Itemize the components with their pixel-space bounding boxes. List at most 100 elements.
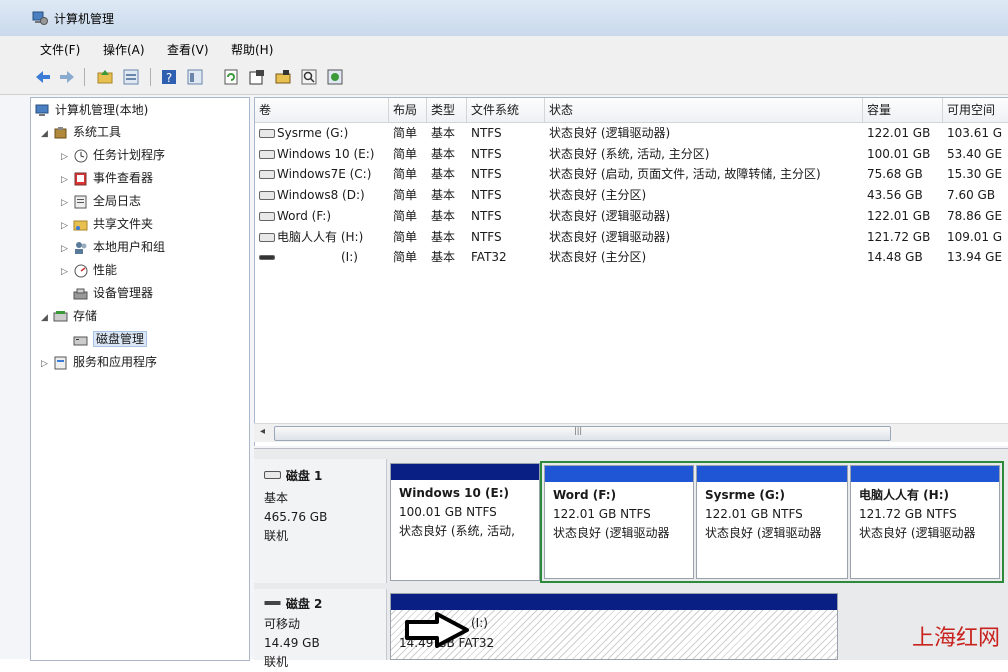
- cell-layout: 简单: [393, 208, 418, 223]
- column-status[interactable]: 状态: [545, 98, 863, 122]
- tools-icon: [54, 126, 67, 138]
- table-row[interactable]: Windows8 (D:) 简单 基本 NTFS 状态良好 (主分区) 43.56 GB 7…: [255, 185, 1008, 205]
- window-title: 计算机管理: [54, 12, 115, 26]
- tree-item-local-users[interactable]: ▷ 本地用户和组: [61, 237, 165, 257]
- volume-drive-icon: [259, 149, 275, 159]
- volume-drive-icon: [259, 129, 275, 138]
- disk2-header: 磁盘 2: [264, 595, 322, 612]
- partition-removable[interactable]: (I:) 14.49 GB FAT32: [390, 593, 838, 660]
- volume-name: (I:): [341, 250, 358, 265]
- tree-item-event-viewer[interactable]: ▷ 事件查看器: [61, 168, 153, 188]
- cell-volume: Windows8 (D:): [255, 185, 393, 205]
- menu-view[interactable]: 查看(V): [167, 41, 209, 58]
- tree-item-device-manager[interactable]: 设备管理器: [73, 283, 153, 303]
- disk1-info[interactable]: 磁盘 1 基本 465.76 GB 联机: [254, 459, 387, 583]
- table-row[interactable]: Sysrme (G:) 简单 基本 NTFS 状态良好 (逻辑驱动器) 122.01 GB…: [255, 123, 1008, 143]
- column-layout[interactable]: 布局: [389, 98, 427, 122]
- menu-file[interactable]: 文件(F): [40, 41, 80, 58]
- back-arrow-icon[interactable]: [34, 68, 52, 86]
- expand-icon[interactable]: ▷: [61, 147, 73, 167]
- expand-icon[interactable]: ▷: [61, 170, 73, 190]
- settings-icon[interactable]: [326, 68, 344, 86]
- users-icon: [75, 241, 87, 254]
- partition-size: 100.01 GB NTFS: [399, 505, 497, 519]
- tree-item-disk-management[interactable]: 磁盘管理: [73, 329, 148, 349]
- cell-type: 基本: [431, 250, 456, 265]
- help-icon[interactable]: ?: [160, 68, 178, 86]
- partition-title: Windows 10 (E:): [399, 486, 509, 500]
- log-icon: [74, 195, 87, 208]
- tree-item-shared-folders[interactable]: ▷ 共享文件夹: [61, 214, 153, 234]
- table-row[interactable]: 电脑人人有 (H:) 简单 基本 NTFS 状态良好 (逻辑驱动器) 121.72 GB 1…: [255, 227, 1008, 247]
- clock-icon: [74, 149, 88, 162]
- table-row[interactable]: Windows 10 (E:) 简单 基本 NTFS 状态良好 (系统, 活动, 主分区…: [255, 144, 1008, 164]
- partition-diannao[interactable]: 电脑人人有 (H:) 121.72 GB NTFS 状态良好 (逻辑驱动器: [850, 465, 1000, 579]
- expand-icon[interactable]: ▷: [61, 239, 73, 259]
- partition-windows10[interactable]: Windows 10 (E:) 100.01 GB NTFS 状态良好 (系统,…: [390, 463, 540, 581]
- column-capacity[interactable]: 容量: [863, 98, 943, 122]
- partition-size: 122.01 GB NTFS: [705, 507, 803, 521]
- cell-capacity: 121.72 GB: [867, 229, 931, 244]
- column-filesystem[interactable]: 文件系统: [467, 98, 545, 122]
- cell-status: 状态良好 (启动, 页面文件, 活动, 故障转储, 主分区): [549, 167, 821, 182]
- tree-item-system-tools[interactable]: ◢ 系统工具: [41, 122, 121, 142]
- shared-folder-icon: [73, 220, 88, 230]
- partition-status: 状态良好 (逻辑驱动器: [553, 526, 670, 540]
- horizontal-scrollbar[interactable]: ◂ |||: [254, 423, 1008, 442]
- collapse-icon[interactable]: ◢: [41, 308, 53, 328]
- partition-word[interactable]: Word (F:) 122.01 GB NTFS 状态良好 (逻辑驱动器: [544, 465, 694, 579]
- expand-icon[interactable]: ▷: [61, 193, 73, 213]
- volume-list-header: 卷 布局 类型 文件系统 状态 容量 可用空间: [255, 98, 1008, 123]
- tree-item-task-scheduler[interactable]: ▷ 任务计划程序: [61, 145, 165, 165]
- menu-action[interactable]: 操作(A): [103, 41, 145, 58]
- scrollbar-thumb[interactable]: [274, 426, 891, 441]
- column-type[interactable]: 类型: [427, 98, 467, 122]
- partition-status: 状态良好 (逻辑驱动器: [859, 526, 976, 540]
- computer-icon: [35, 104, 49, 116]
- cell-capacity: 122.01 GB: [867, 126, 931, 140]
- partition-title: Word (F:): [553, 488, 617, 502]
- tree-item-computer-management[interactable]: 计算机管理(本地): [35, 100, 148, 120]
- view-icon[interactable]: [122, 68, 140, 86]
- table-row[interactable]: (I:) 简单 基本 FAT32 状态良好 (主分区) 14.48 GB 13.94 GE: [255, 247, 1008, 267]
- partition-size: 122.01 GB NTFS: [553, 507, 651, 521]
- scroll-left-icon[interactable]: ◂: [260, 426, 265, 437]
- column-free-space[interactable]: 可用空间: [943, 98, 1008, 122]
- cell-status: 状态良好 (逻辑驱动器): [549, 208, 671, 223]
- collapse-icon[interactable]: ◢: [41, 124, 53, 144]
- partition-size: 121.72 GB NTFS: [859, 507, 957, 521]
- column-volume[interactable]: 卷: [255, 98, 389, 122]
- tree-item-services-applications[interactable]: ▷ 服务和应用程序: [41, 352, 157, 372]
- menu-help[interactable]: 帮助(H): [231, 41, 273, 58]
- toolbar: ?: [0, 60, 1008, 95]
- cell-status: 状态良好 (主分区): [549, 188, 647, 203]
- cell-layout: 简单: [393, 126, 418, 140]
- partition-sysrme[interactable]: Sysrme (G:) 122.01 GB NTFS 状态良好 (逻辑驱动器: [696, 465, 848, 579]
- table-row[interactable]: Windows7E (C:) 简单 基本 NTFS 状态良好 (启动, 页面文件, 活动…: [255, 164, 1008, 184]
- volume-drive-icon: [259, 191, 275, 201]
- cell-layout: 简单: [393, 229, 418, 244]
- computer-management-window: 计算机管理 文件(F) 操作(A) 查看(V) 帮助(H) ? 计算机管理(本地…: [0, 0, 1008, 669]
- tree-item-storage[interactable]: ◢ 存储: [41, 306, 97, 326]
- search-icon[interactable]: [300, 68, 318, 86]
- disk2-status: 联机: [264, 655, 289, 669]
- cell-status: 状态良好 (系统, 活动, 主分区): [549, 146, 710, 161]
- tree-item-performance[interactable]: ▷ 性能: [61, 260, 117, 280]
- forward-arrow-icon[interactable]: [58, 68, 76, 86]
- storage-icon: [53, 310, 68, 321]
- expand-icon[interactable]: ▷: [61, 216, 73, 236]
- panel-icon[interactable]: [186, 68, 204, 86]
- expand-icon[interactable]: ▷: [61, 262, 73, 282]
- cell-free-space: 103.61 G: [947, 126, 1003, 140]
- refresh-icon[interactable]: [222, 68, 240, 86]
- open-icon[interactable]: [274, 68, 292, 86]
- cell-layout: 简单: [393, 250, 418, 265]
- table-row[interactable]: Word (F:) 简单 基本 NTFS 状态良好 (逻辑驱动器) 122.01 GB 78…: [255, 206, 1008, 226]
- cell-type: 基本: [431, 126, 456, 140]
- expand-icon[interactable]: ▷: [41, 354, 53, 374]
- disk2-info[interactable]: 磁盘 2 可移动 14.49 GB 联机: [254, 589, 387, 669]
- properties-icon[interactable]: [248, 68, 266, 86]
- tree-item-global-log[interactable]: ▷ 全局日志: [61, 191, 141, 211]
- folder-up-icon[interactable]: [96, 68, 114, 86]
- cell-layout: 简单: [393, 167, 418, 182]
